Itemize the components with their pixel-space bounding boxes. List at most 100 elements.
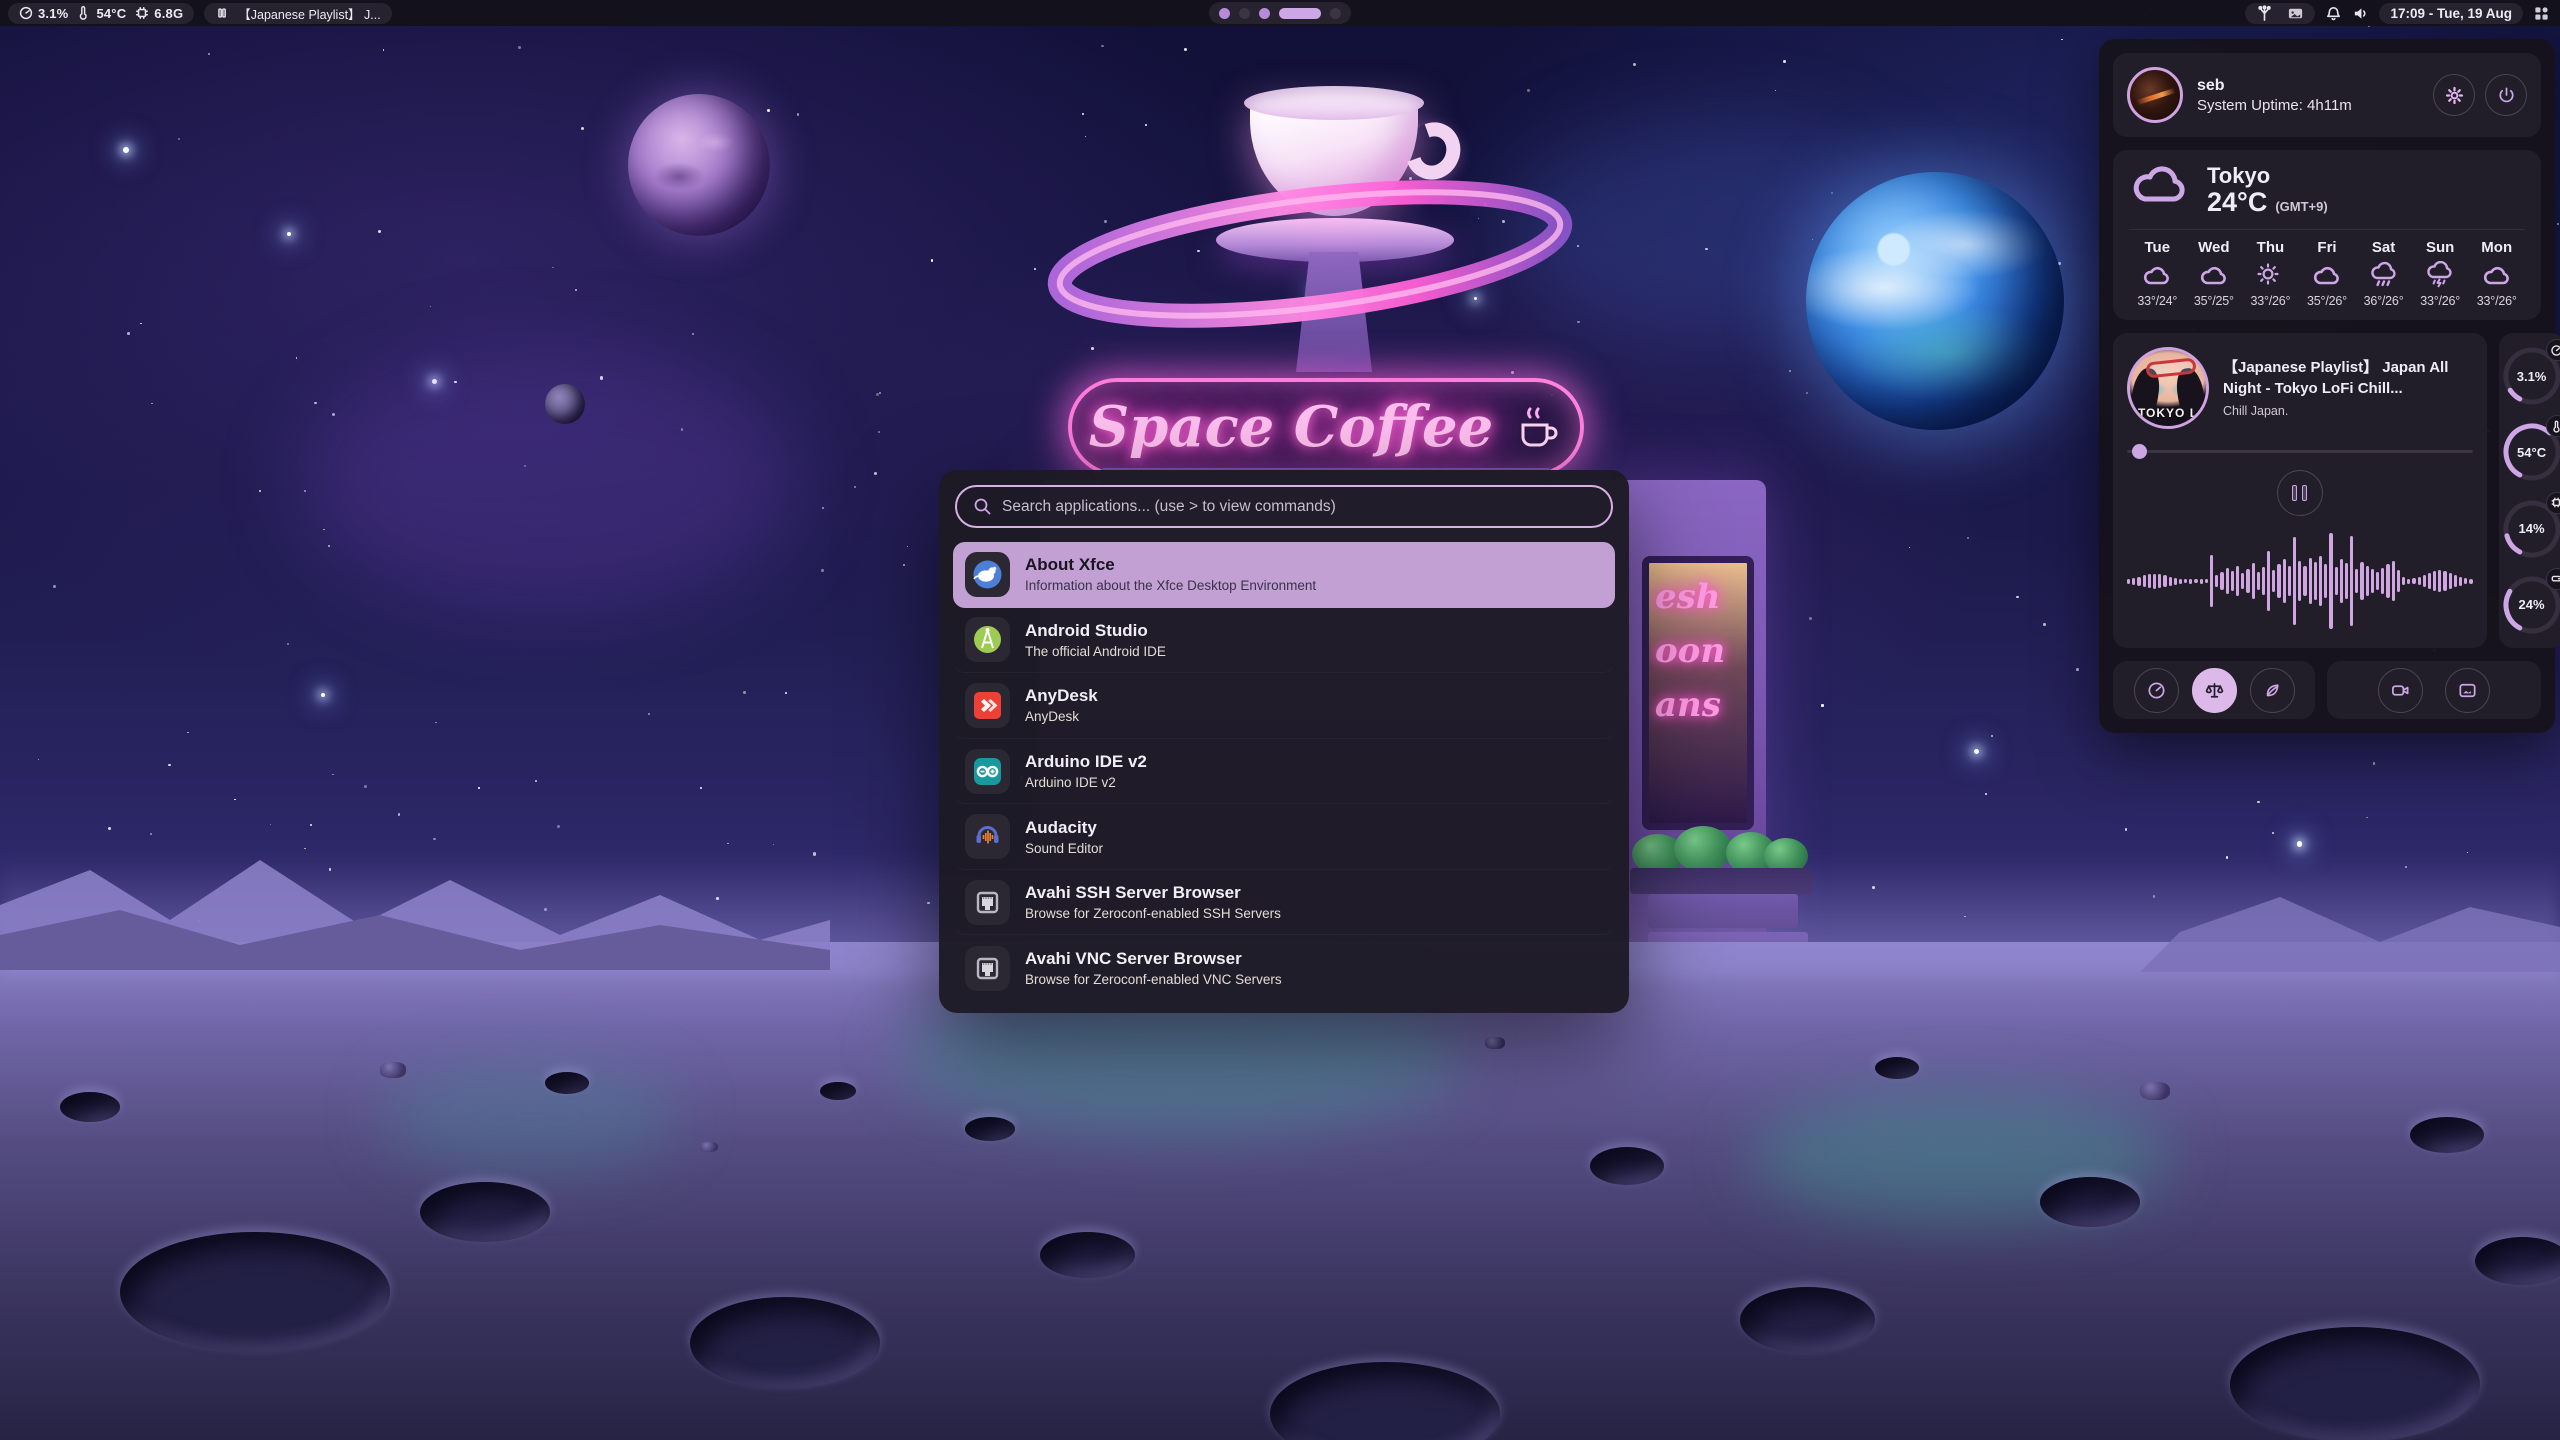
- waveform-bar: [2355, 569, 2358, 593]
- power-button[interactable]: [2485, 74, 2527, 116]
- system-stats-pill[interactable]: 3.1% 54°C 6.8G: [8, 3, 194, 24]
- moon-crater: [420, 1182, 550, 1242]
- wallpaper-saturn-coffee-cup: [1010, 70, 1610, 390]
- moon-rock: [380, 1062, 406, 1078]
- avatar[interactable]: [2127, 67, 2183, 123]
- clock-pill[interactable]: 17:09 - Tue, 19 Aug: [2379, 3, 2523, 24]
- workspace-dot-3[interactable]: [1259, 8, 1270, 19]
- forecast-day: Wed: [2186, 239, 2243, 256]
- waveform-bar: [2246, 569, 2249, 593]
- star: [767, 109, 770, 112]
- waveform-bar: [2428, 573, 2431, 589]
- app-item-arduino-ide[interactable]: Arduino IDE v2 Arduino IDE v2: [953, 739, 1615, 805]
- waveform-bar: [2257, 572, 2260, 590]
- star: [692, 333, 694, 335]
- cpu-value: 3.1%: [38, 6, 68, 21]
- now-playing-chip[interactable]: 【Japanese Playlist】 J...: [204, 3, 391, 24]
- app-item-android-studio[interactable]: Android Studio The official Android IDE: [953, 608, 1615, 674]
- search-bar[interactable]: [955, 485, 1613, 528]
- workspace-dot-1[interactable]: [1219, 8, 1230, 19]
- moon-rock: [700, 1142, 718, 1152]
- profile-powersave-button[interactable]: [2250, 668, 2295, 713]
- moon-crater: [60, 1092, 120, 1122]
- workspace-dot-2[interactable]: [1239, 8, 1250, 19]
- seek-bar[interactable]: [2127, 444, 2473, 458]
- star: [879, 392, 881, 394]
- star: [2366, 817, 2367, 818]
- cpu-gauge: 3.1%: [2499, 343, 2560, 409]
- notifications-bell-icon[interactable]: [2325, 5, 2342, 22]
- app-description: Arduino IDE v2: [1025, 775, 1147, 790]
- star: [797, 113, 800, 116]
- album-art[interactable]: TOKYO L: [2127, 347, 2209, 429]
- cpu-stat: 3.1%: [19, 6, 68, 21]
- moon-crater: [1875, 1057, 1919, 1079]
- star: [140, 323, 142, 325]
- waveform-bar: [2169, 577, 2172, 586]
- waveform-bar: [2210, 555, 2213, 607]
- network-tray-icon[interactable]: [2256, 5, 2273, 22]
- cup-ring: [1010, 166, 1610, 366]
- forecast-temps: 36°/26°: [2355, 294, 2412, 308]
- waveform-bar: [2392, 561, 2395, 601]
- system-tray: 17:09 - Tue, 19 Aug: [2245, 3, 2550, 24]
- star: [648, 713, 650, 715]
- profile-performance-button[interactable]: [2134, 668, 2179, 713]
- workspace-dot-5[interactable]: [1330, 8, 1341, 19]
- waveform-bar: [2283, 559, 2286, 603]
- moon-crater: [965, 1117, 1015, 1141]
- waveform-bar: [2324, 564, 2327, 598]
- screen-record-button[interactable]: [2378, 668, 2423, 713]
- moon-crater: [1740, 1287, 1875, 1353]
- waveform-bar: [2137, 577, 2140, 586]
- star: [1101, 45, 1104, 48]
- app-item-audacity[interactable]: Audacity Sound Editor: [953, 804, 1615, 870]
- app-item-avahi-ssh[interactable]: Avahi SSH Server Browser Browse for Zero…: [953, 870, 1615, 936]
- app-item-about-xfce[interactable]: About Xfce Information about the Xfce De…: [953, 542, 1615, 608]
- sun-cloud-icon: [2242, 258, 2299, 292]
- workspace-pill: [1209, 2, 1351, 24]
- settings-button[interactable]: [2433, 74, 2475, 116]
- workspace-dot-4[interactable]: [1279, 8, 1321, 19]
- waveform-bar: [2148, 574, 2151, 588]
- window-neon-word: ans: [1655, 685, 1747, 725]
- search-input[interactable]: [1002, 498, 1595, 516]
- star: [518, 46, 521, 49]
- forecast-temps: 33°/26°: [2468, 294, 2525, 308]
- waveform-bar: [2293, 537, 2296, 625]
- star: [321, 693, 325, 697]
- star: [2272, 832, 2274, 834]
- screenshot-button[interactable]: [2445, 668, 2490, 713]
- seek-thumb[interactable]: [2132, 444, 2147, 459]
- wallpaper-neon-sign: Space Coffee: [1068, 378, 1584, 476]
- pause-icon: [2292, 485, 2307, 501]
- waveform-bar: [2267, 551, 2270, 611]
- star: [822, 507, 824, 509]
- moon-crater: [1270, 1362, 1500, 1440]
- waveform-bar: [2189, 579, 2192, 584]
- workspace-switcher: [1209, 2, 1351, 24]
- star: [2016, 596, 2019, 599]
- app-grid-icon[interactable]: [2533, 5, 2550, 22]
- wallpaper-tray-icon[interactable]: [2287, 5, 2304, 22]
- waveform-bar: [2350, 536, 2353, 626]
- volume-icon[interactable]: [2352, 5, 2369, 22]
- app-item-avahi-vnc[interactable]: Avahi VNC Server Browser Browse for Zero…: [953, 935, 1615, 1001]
- cloud-icon: [2186, 258, 2243, 292]
- app-name: AnyDesk: [1025, 686, 1098, 706]
- waveform-bar: [2184, 579, 2187, 583]
- star: [328, 545, 330, 547]
- audio-waveform: [2127, 524, 2473, 638]
- moon-crater: [690, 1297, 880, 1389]
- star: [2297, 841, 2303, 847]
- waveform-bar: [2158, 574, 2161, 588]
- play-pause-button[interactable]: [2277, 470, 2323, 516]
- star: [1184, 48, 1187, 51]
- star: [364, 785, 367, 788]
- star: [2373, 762, 2375, 764]
- app-item-anydesk[interactable]: AnyDesk AnyDesk: [953, 673, 1615, 739]
- album-art-text: TOKYO L: [2130, 406, 2206, 420]
- system-uptime: System Uptime: 4h11m: [2197, 97, 2352, 114]
- star: [2061, 39, 2062, 40]
- profile-balanced-button[interactable]: [2192, 668, 2237, 713]
